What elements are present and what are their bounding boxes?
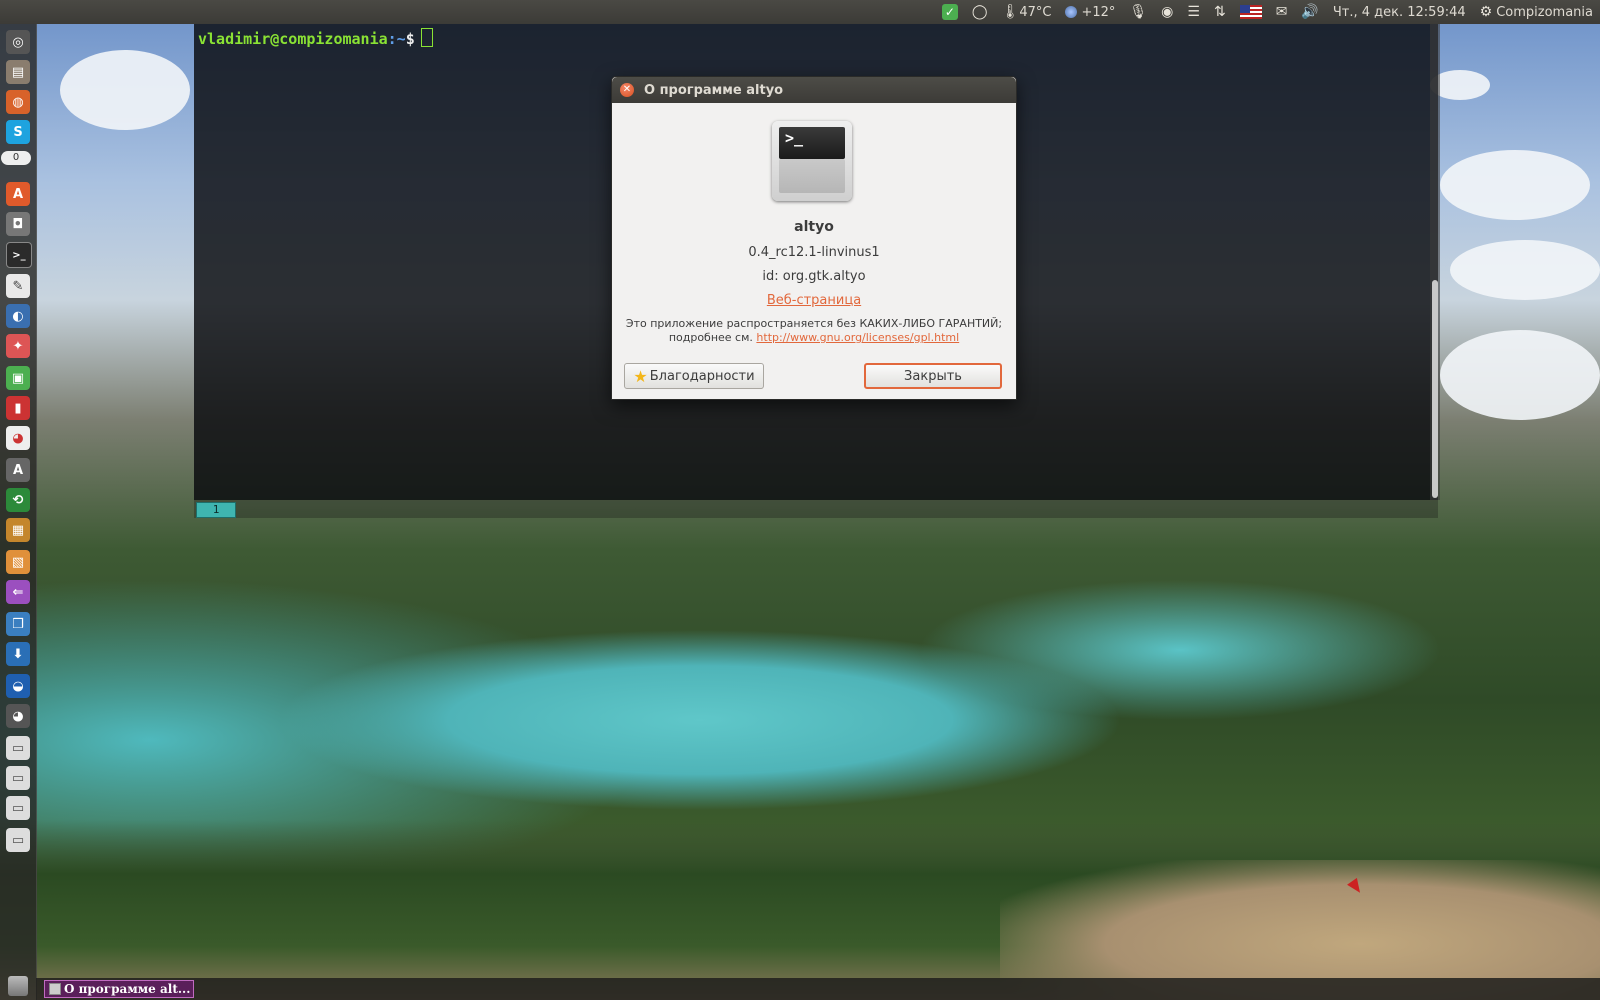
terminal-prompt: vladimir@compizomania:~$ xyxy=(198,28,433,48)
website-link[interactable]: Веб-страница xyxy=(612,293,1016,308)
image-viewer-icon[interactable]: ▦ xyxy=(6,518,30,542)
us-flag-icon xyxy=(1239,5,1262,19)
temperature-text: 47°C xyxy=(1019,4,1052,20)
prompt-symbol: $ xyxy=(405,30,415,48)
drive-icon[interactable]: ▭ xyxy=(6,828,30,852)
close-button-label: Закрыть xyxy=(904,368,962,384)
list-icon: ☰ xyxy=(1187,4,1200,20)
package-app-icon[interactable]: ❒ xyxy=(6,612,30,636)
top-panel: ✓ ◯ 🌡 47°C +12° 🎙 ◉ ☰ ⇅ ✉ 🔊 Чт., 4 дек. … xyxy=(0,0,1600,24)
star-icon: ★ xyxy=(633,366,648,386)
drive-icon[interactable]: ▭ xyxy=(6,796,30,820)
wallpaper-cloud xyxy=(1450,240,1600,300)
terminal-tab[interactable]: 1 xyxy=(196,502,236,518)
app-logo-base xyxy=(779,159,845,193)
chrome-icon[interactable]: ◕ xyxy=(6,426,30,450)
download-icon[interactable]: ⬇ xyxy=(6,642,30,666)
indicator-weather[interactable]: +12° xyxy=(1058,0,1122,24)
indicator-bulb[interactable]: ◯ xyxy=(965,0,995,24)
app-id: id: org.gtk.altyo xyxy=(762,269,866,284)
taskbar-window-label: О программе alt... xyxy=(64,982,191,996)
terminal-icon[interactable]: >_ xyxy=(6,242,32,268)
updater-icon[interactable]: A xyxy=(6,458,30,482)
owl-app-icon[interactable]: ◕ xyxy=(6,704,30,728)
green-app-icon[interactable]: ▣ xyxy=(6,366,30,390)
microphone-icon: 🎙 xyxy=(1129,4,1148,20)
wallpaper-cloud xyxy=(1440,150,1590,220)
app-name: altyo xyxy=(794,219,834,235)
window-icon xyxy=(49,983,61,995)
weather-text: +12° xyxy=(1081,4,1116,20)
indicator-messages[interactable]: ✉ xyxy=(1269,0,1295,24)
indicator-eye[interactable]: ◉ xyxy=(1154,0,1180,24)
datetime-text: Чт., 4 дек. 12:59:44 xyxy=(1332,4,1466,20)
indicator-datetime[interactable]: Чт., 4 дек. 12:59:44 xyxy=(1326,0,1473,24)
indicator-session[interactable]: ⚙ Compizomania xyxy=(1473,0,1600,24)
check-icon: ✓ xyxy=(941,4,958,20)
eye-icon: ◉ xyxy=(1161,4,1174,20)
drive-icon[interactable]: ▭ xyxy=(6,736,30,760)
file-manager-icon[interactable]: ▤ xyxy=(6,60,30,84)
indicator-temperature[interactable]: 🌡 47°C xyxy=(995,0,1059,24)
photo-app-icon[interactable]: ▧ xyxy=(6,550,30,574)
app-logo: >_ xyxy=(772,121,852,201)
software-center-icon[interactable]: A xyxy=(6,182,30,206)
indicator-network[interactable]: ⇅ xyxy=(1207,0,1233,24)
about-dialog: ✕ О программе altyo >_ altyo 0.4_rc12.1-… xyxy=(611,76,1017,400)
terminal-logo-icon: >_ xyxy=(779,127,845,159)
dash-home-icon[interactable]: ◎ xyxy=(6,30,30,54)
indicator-check[interactable]: ✓ xyxy=(935,0,965,24)
license-text: Это приложение распространяется без КАКИ… xyxy=(622,317,1006,345)
prompt-user: vladimir@compizomania xyxy=(198,30,388,48)
weather-icon xyxy=(1065,6,1078,18)
close-button[interactable]: Закрыть xyxy=(864,363,1002,389)
indicator-microphone[interactable]: 🎙 xyxy=(1122,0,1154,24)
license-link[interactable]: http://www.gnu.org/licenses/gpl.html xyxy=(756,331,959,344)
media-app-icon[interactable]: ▮ xyxy=(6,396,30,420)
system-settings-icon[interactable]: ◐ xyxy=(6,304,30,328)
settings-manager-icon[interactable]: ✦ xyxy=(6,334,30,358)
lightbulb-icon: ◯ xyxy=(971,4,988,20)
close-icon[interactable]: ✕ xyxy=(620,83,634,97)
dialog-title: О программе altyo xyxy=(644,82,784,98)
bottom-panel xyxy=(36,978,1600,1000)
thermometer-icon: 🌡 xyxy=(1001,4,1020,20)
terminal-cursor xyxy=(420,28,433,47)
network-updown-icon: ⇅ xyxy=(1213,4,1226,20)
credits-button[interactable]: ★ Благодарности xyxy=(624,363,764,389)
notification-count-badge: 0 xyxy=(1,151,31,165)
indicator-menu[interactable]: ☰ xyxy=(1180,0,1207,24)
volume-icon: 🔊 xyxy=(1301,4,1319,20)
dialog-body: >_ altyo 0.4_rc12.1-linvinus1 id: org.gt… xyxy=(612,103,1016,399)
indicator-sound[interactable]: 🔊 xyxy=(1294,0,1325,24)
app-version: 0.4_rc12.1-linvinus1 xyxy=(748,245,880,260)
trash-icon[interactable] xyxy=(8,976,28,996)
gear-icon: ⚙ xyxy=(1479,4,1493,20)
indicator-keyboard-layout[interactable] xyxy=(1233,0,1269,24)
sync-icon[interactable]: ⟲ xyxy=(6,488,30,512)
launcher: ◎ ▤ ◍ S 0 A ◘ >_ ✎ ◐ ✦ ▣ ▮ ◕ A ⟲ ▦ ▧ ⇐ ❒… xyxy=(0,24,37,1000)
wallpaper-cloud xyxy=(1440,330,1600,420)
taskbar-window-button[interactable]: О программе alt... xyxy=(44,980,194,998)
session-user-name: Compizomania xyxy=(1496,4,1593,20)
camera-icon[interactable]: ◘ xyxy=(6,212,30,236)
credits-button-label: Благодарности xyxy=(649,368,755,384)
sphere-app-icon[interactable]: ◒ xyxy=(6,674,30,698)
drive-icon[interactable]: ▭ xyxy=(6,766,30,790)
wallpaper-cloud xyxy=(60,50,190,130)
prompt-path: :~ xyxy=(387,30,406,48)
skype-icon[interactable]: S xyxy=(6,120,30,144)
terminal-scrollbar-thumb[interactable] xyxy=(1432,280,1438,498)
terminal-tab-bar xyxy=(194,500,1438,518)
dialog-titlebar[interactable]: ✕ О программе altyo xyxy=(612,77,1016,103)
envelope-icon: ✉ xyxy=(1275,4,1288,20)
firefox-icon[interactable]: ◍ xyxy=(6,90,30,114)
back-arrow-app-icon[interactable]: ⇐ xyxy=(6,580,30,604)
text-editor-icon[interactable]: ✎ xyxy=(6,274,30,298)
